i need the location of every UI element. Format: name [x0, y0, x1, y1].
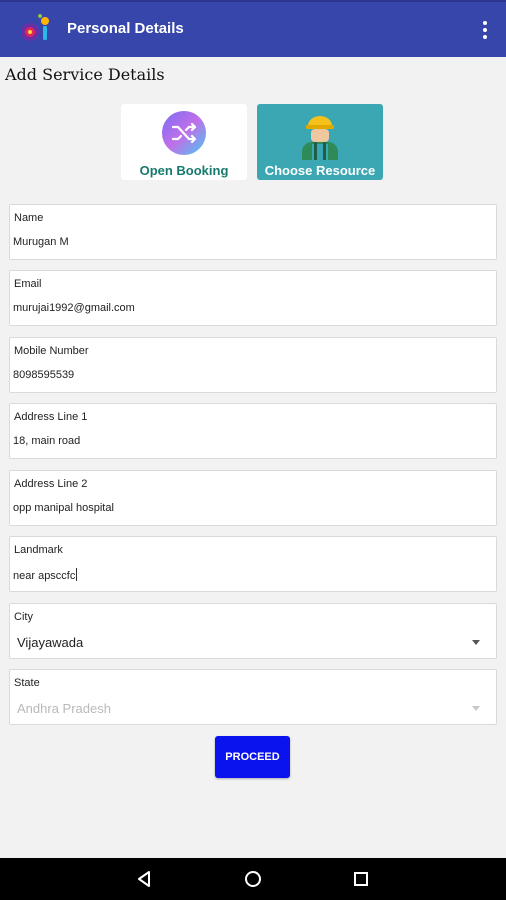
email-input[interactable] — [13, 302, 473, 314]
home-icon[interactable] — [240, 866, 266, 892]
proceed-button[interactable]: PROCEED — [215, 736, 290, 778]
name-field: Name — [9, 204, 497, 260]
app-bar: Personal Details — [0, 2, 506, 57]
worker-icon — [302, 116, 338, 160]
dropdown-arrow-icon — [472, 706, 480, 711]
section-title: Add Service Details — [5, 65, 165, 84]
state-value: Andhra Pradesh — [17, 701, 111, 716]
choose-resource-option[interactable]: Choose Resource — [257, 104, 383, 180]
city-value: Vijayawada — [17, 635, 84, 650]
state-select[interactable]: State Andhra Pradesh — [9, 669, 497, 725]
address2-input[interactable] — [13, 502, 473, 514]
landmark-value: near apsccfc — [13, 570, 76, 582]
email-label: Email — [14, 278, 42, 290]
mobile-input[interactable] — [13, 369, 473, 381]
address1-label: Address Line 1 — [14, 411, 88, 423]
name-input[interactable] — [13, 236, 473, 248]
address1-field: Address Line 1 — [9, 403, 497, 459]
dropdown-arrow-icon — [472, 640, 480, 645]
name-label: Name — [14, 212, 44, 224]
address1-input[interactable] — [13, 435, 473, 447]
back-icon[interactable] — [131, 866, 157, 892]
open-booking-option[interactable]: Open Booking — [121, 104, 247, 180]
app-title: Personal Details — [67, 20, 184, 37]
recents-icon[interactable] — [348, 866, 374, 892]
system-nav-bar — [0, 858, 506, 900]
mobile-field: Mobile Number — [9, 337, 497, 393]
landmark-input[interactable]: near apsccfc — [13, 568, 473, 582]
text-caret — [76, 568, 78, 581]
overflow-menu-icon[interactable] — [478, 16, 492, 44]
choose-resource-label: Choose Resource — [264, 163, 376, 178]
city-select[interactable]: City Vijayawada — [9, 603, 497, 659]
app-logo-icon — [21, 14, 49, 41]
shuffle-icon — [162, 111, 206, 155]
address2-field: Address Line 2 — [9, 470, 497, 526]
landmark-label: Landmark — [14, 544, 63, 556]
state-label: State — [14, 677, 40, 689]
landmark-field: Landmark near apsccfc — [9, 536, 497, 592]
open-booking-label: Open Booking — [139, 163, 229, 178]
city-label: City — [14, 611, 33, 623]
email-field: Email — [9, 270, 497, 326]
mobile-label: Mobile Number — [14, 345, 89, 357]
address2-label: Address Line 2 — [14, 478, 88, 490]
